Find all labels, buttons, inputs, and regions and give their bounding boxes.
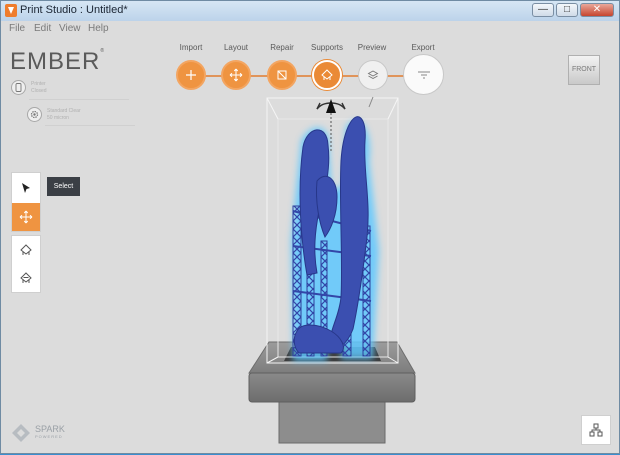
move-tool[interactable]	[12, 203, 40, 231]
spark-text: SPARK POWERED	[35, 425, 65, 441]
hierarchy-icon	[589, 423, 603, 437]
viewport-3d[interactable]	[1, 1, 620, 455]
tool-tooltip: Select	[47, 177, 80, 196]
support-add-tool[interactable]	[12, 236, 40, 264]
support-remove-tool[interactable]	[12, 264, 40, 292]
support-remove-icon	[20, 272, 32, 283]
spark-sub: POWERED	[35, 434, 63, 439]
tool-palette-top	[11, 172, 41, 232]
tool-palette-bottom	[11, 235, 41, 293]
move-icon	[19, 210, 33, 224]
spark-icon	[12, 424, 30, 442]
support-add-icon	[20, 244, 32, 255]
cursor-icon	[22, 183, 30, 193]
select-tool[interactable]	[12, 174, 40, 202]
app-window: Print Studio : Untitled* — □ ✕ File Edit…	[0, 0, 620, 454]
spark-logo: SPARK POWERED	[11, 423, 65, 443]
object-tree-button[interactable]	[581, 415, 611, 445]
